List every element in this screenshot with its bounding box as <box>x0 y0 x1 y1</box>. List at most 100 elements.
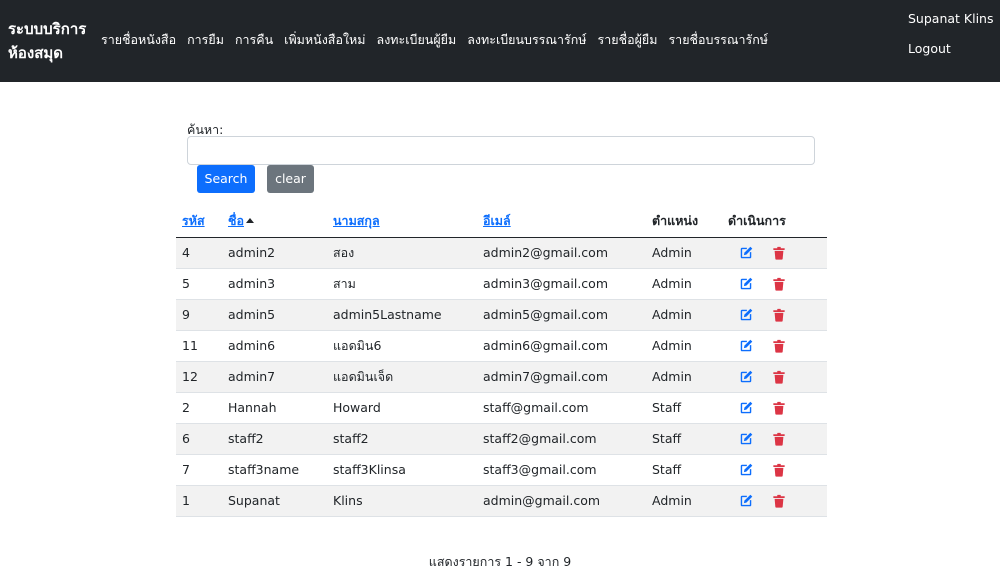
trash-icon[interactable] <box>772 246 786 260</box>
edit-icon[interactable] <box>739 370 753 384</box>
header-id[interactable]: รหัส <box>176 205 222 238</box>
user-menu: Supanat Klins Logout <box>908 10 994 58</box>
edit-icon[interactable] <box>739 308 753 322</box>
cell-last-name: แอดมิน6 <box>327 330 477 362</box>
cell-id: 5 <box>176 268 222 300</box>
trash-icon[interactable] <box>772 463 786 477</box>
cell-id: 11 <box>176 330 222 362</box>
cell-actions <box>722 237 827 269</box>
cell-first-name: admin2 <box>222 237 327 269</box>
cell-first-name: staff2 <box>222 423 327 455</box>
table-header-row: รหัส ชื่อ นามสกุล อีเมล์ ตำแหน่ง ดำเนินก… <box>176 205 827 238</box>
edit-icon[interactable] <box>739 432 753 446</box>
nav-link-register-borrower[interactable]: ลงทะเบียนผู้ยืม <box>377 31 457 49</box>
cell-last-name: admin5Lastname <box>327 299 477 331</box>
trash-icon[interactable] <box>772 370 786 384</box>
cell-first-name: admin6 <box>222 330 327 362</box>
cell-id: 9 <box>176 299 222 331</box>
cell-email: admin2@gmail.com <box>477 237 646 269</box>
logout-link[interactable]: Logout <box>908 40 994 58</box>
table-body: 4 admin2 สอง admin2@gmail.com Admin 5 ad… <box>176 237 827 517</box>
pagination-summary: แสดงรายการ 1 - 9 จาก 9 <box>428 554 572 569</box>
cell-email: admin5@gmail.com <box>477 299 646 331</box>
edit-icon[interactable] <box>739 463 753 477</box>
brand[interactable]: ระบบบริการ ห้องสมุด <box>8 17 100 65</box>
trash-icon[interactable] <box>772 339 786 353</box>
cell-email: admin3@gmail.com <box>477 268 646 300</box>
cell-id: 1 <box>176 485 222 517</box>
trash-icon[interactable] <box>772 432 786 446</box>
table-row: 5 admin3 สาม admin3@gmail.com Admin <box>176 268 827 300</box>
header-actions: ดำเนินการ <box>722 205 827 238</box>
header-email[interactable]: อีเมล์ <box>477 205 646 238</box>
cell-last-name: Klins <box>327 485 477 517</box>
cell-last-name: แอดมินเจ็ด <box>327 361 477 393</box>
sort-link-first-name[interactable]: ชื่อ <box>228 213 244 228</box>
cell-last-name: staff3Klinsa <box>327 454 477 486</box>
header-last-name[interactable]: นามสกุล <box>327 205 477 238</box>
search-input[interactable] <box>187 136 815 165</box>
cell-email: staff3@gmail.com <box>477 454 646 486</box>
clear-button[interactable]: clear <box>267 165 314 193</box>
trash-icon[interactable] <box>772 401 786 415</box>
nav-link-librarian-list[interactable]: รายชื่อบรรณารักษ์ <box>668 31 768 49</box>
cell-position: Admin <box>646 330 722 362</box>
table-row: 2 Hannah Howard staff@gmail.com Staff <box>176 392 827 424</box>
cell-actions <box>722 330 827 362</box>
cell-position: Admin <box>646 485 722 517</box>
cell-actions <box>722 454 827 486</box>
nav-link-borrow[interactable]: การยืม <box>187 31 224 49</box>
sort-link-id[interactable]: รหัส <box>182 213 205 228</box>
cell-email: staff2@gmail.com <box>477 423 646 455</box>
header-first-name[interactable]: ชื่อ <box>222 205 327 238</box>
cell-first-name: admin5 <box>222 299 327 331</box>
table-row: 1 Supanat Klins admin@gmail.com Admin <box>176 485 827 517</box>
table-row: 12 admin7 แอดมินเจ็ด admin7@gmail.com Ad… <box>176 361 827 393</box>
nav-link-register-librarian[interactable]: ลงทะเบียนบรรณารักษ์ <box>467 31 586 49</box>
cell-last-name: Howard <box>327 392 477 424</box>
cell-position: Admin <box>646 361 722 393</box>
nav-link-book-list[interactable]: รายชื่อหนังสือ <box>101 31 176 49</box>
cell-email: admin6@gmail.com <box>477 330 646 362</box>
trash-icon[interactable] <box>772 308 786 322</box>
sort-link-last-name[interactable]: นามสกุล <box>333 213 380 228</box>
cell-email: admin7@gmail.com <box>477 361 646 393</box>
brand-line-1: ระบบบริการ <box>8 20 87 38</box>
cell-position: Staff <box>646 423 722 455</box>
cell-actions <box>722 268 827 300</box>
cell-id: 7 <box>176 454 222 486</box>
table-row: 11 admin6 แอดมิน6 admin6@gmail.com Admin <box>176 330 827 362</box>
sort-link-email[interactable]: อีเมล์ <box>483 213 511 228</box>
cell-id: 2 <box>176 392 222 424</box>
cell-actions <box>722 392 827 424</box>
nav-link-add-book[interactable]: เพิ่มหนังสือใหม่ <box>284 31 365 49</box>
cell-position: Admin <box>646 268 722 300</box>
edit-icon[interactable] <box>739 246 753 260</box>
users-table: รหัส ชื่อ นามสกุล อีเมล์ ตำแหน่ง ดำเนินก… <box>176 205 827 517</box>
sort-ascending-icon <box>246 217 254 223</box>
cell-position: Admin <box>646 299 722 331</box>
edit-icon[interactable] <box>739 339 753 353</box>
cell-actions <box>722 299 827 331</box>
edit-icon[interactable] <box>739 401 753 415</box>
trash-icon[interactable] <box>772 494 786 508</box>
table-row: 9 admin5 admin5Lastname admin5@gmail.com… <box>176 299 827 331</box>
nav-link-borrower-list[interactable]: รายชื่อผู้ยืม <box>598 31 658 49</box>
table-row: 7 staff3name staff3Klinsa staff3@gmail.c… <box>176 454 827 486</box>
cell-position: Staff <box>646 454 722 486</box>
user-name[interactable]: Supanat Klins <box>908 10 994 28</box>
cell-id: 12 <box>176 361 222 393</box>
header-position: ตำแหน่ง <box>646 205 722 238</box>
cell-last-name: staff2 <box>327 423 477 455</box>
cell-last-name: สอง <box>327 237 477 269</box>
cell-id: 4 <box>176 237 222 269</box>
cell-email: staff@gmail.com <box>477 392 646 424</box>
cell-first-name: Hannah <box>222 392 327 424</box>
nav-link-return[interactable]: การคืน <box>235 31 273 49</box>
cell-first-name: staff3name <box>222 454 327 486</box>
edit-icon[interactable] <box>739 494 753 508</box>
edit-icon[interactable] <box>739 277 753 291</box>
search-button[interactable]: Search <box>197 165 255 193</box>
navbar: ระบบบริการ ห้องสมุด รายชื่อหนังสือ การยื… <box>0 0 1000 82</box>
trash-icon[interactable] <box>772 277 786 291</box>
